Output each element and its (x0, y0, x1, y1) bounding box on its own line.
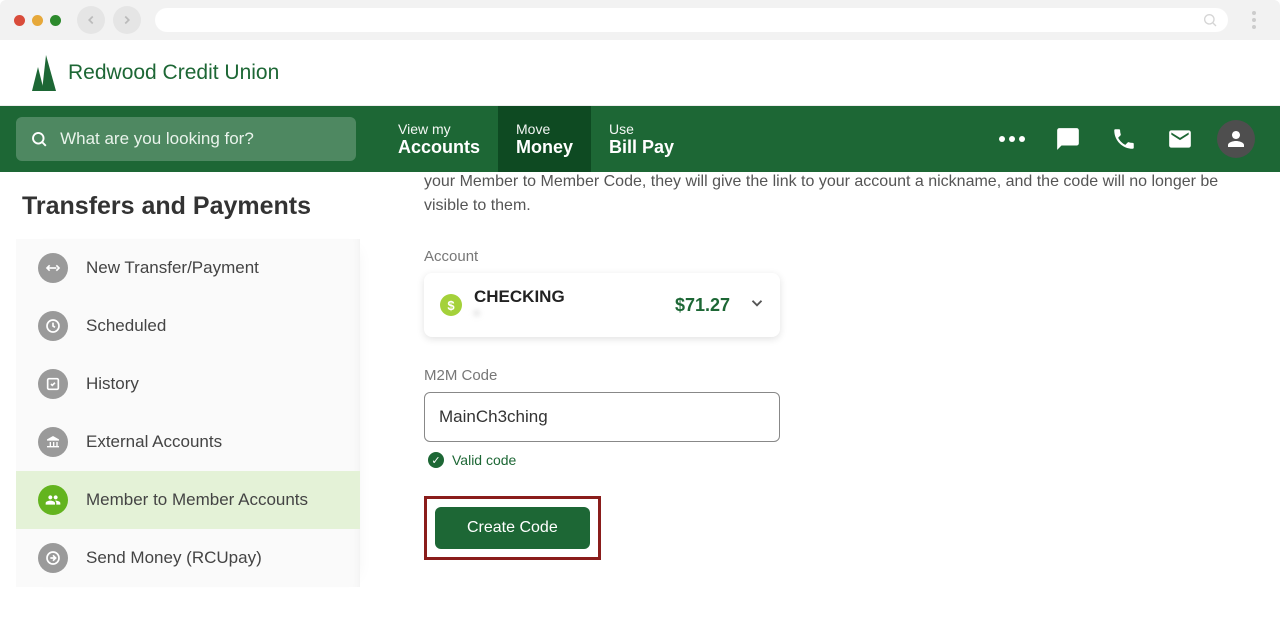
fullscreen-window-icon[interactable] (50, 15, 61, 26)
search-icon (1202, 12, 1218, 28)
sidebar-item-scheduled[interactable]: Scheduled (16, 297, 360, 355)
mail-button[interactable] (1152, 106, 1208, 172)
account-name: CHECKING (474, 287, 663, 307)
profile-button[interactable] (1208, 106, 1264, 172)
bank-icon (38, 427, 68, 457)
back-button[interactable] (77, 6, 105, 34)
more-icon (999, 136, 1025, 142)
call-button[interactable] (1096, 106, 1152, 172)
sidebar-item-history[interactable]: History (16, 355, 360, 413)
sidebar-item-rcupay[interactable]: Send Money (RCUpay) (16, 529, 360, 587)
create-code-highlight: Create Code (424, 496, 601, 560)
check-icon: ✓ (428, 452, 444, 468)
phone-icon (1111, 126, 1137, 152)
search-input[interactable] (60, 129, 342, 149)
mail-icon (1167, 126, 1193, 152)
sidebar-item-external[interactable]: External Accounts (16, 413, 360, 471)
create-code-button[interactable]: Create Code (435, 507, 590, 549)
browser-menu-icon[interactable] (1242, 11, 1266, 29)
nav-bill-pay[interactable]: Use Bill Pay (591, 106, 692, 172)
brand-header: Redwood Credit Union (0, 40, 1280, 106)
chat-icon (1055, 126, 1081, 152)
intro-text: your Member to Member Code, they will gi… (424, 172, 1256, 218)
window-controls (14, 15, 61, 26)
sidebar-item-label: External Accounts (86, 432, 222, 452)
site-search[interactable] (16, 117, 356, 161)
sidebar: Transfers and Payments New Transfer/Paym… (0, 172, 360, 620)
nav-bill-bottom: Bill Pay (609, 137, 674, 158)
nav-move-money[interactable]: Move Money (498, 106, 591, 172)
valid-code-indicator: ✓ Valid code (428, 452, 1256, 468)
main-content: your Member to Member Code, they will gi… (360, 172, 1280, 620)
nav-accounts[interactable]: View my Accounts (380, 106, 498, 172)
account-selector[interactable]: $ CHECKING * $71.27 (424, 273, 780, 337)
brand-name: Redwood Credit Union (68, 61, 279, 85)
sidebar-item-label: Member to Member Accounts (86, 490, 308, 510)
browser-chrome (0, 0, 1280, 40)
close-window-icon[interactable] (14, 15, 25, 26)
nav-accounts-bottom: Accounts (398, 137, 480, 158)
nav-move-bottom: Money (516, 137, 573, 158)
m2m-code-input[interactable] (424, 392, 780, 442)
avatar-icon (1217, 120, 1255, 158)
sidebar-item-label: Scheduled (86, 316, 166, 336)
sidebar-heading: Transfers and Payments (0, 186, 360, 239)
account-label: Account (424, 248, 1256, 265)
search-icon (30, 129, 48, 149)
sidebar-item-label: Send Money (RCUpay) (86, 548, 262, 568)
address-bar[interactable] (155, 8, 1228, 32)
sidebar-item-label: History (86, 374, 139, 394)
forward-button[interactable] (113, 6, 141, 34)
send-money-icon (38, 543, 68, 573)
sidebar-item-label: New Transfer/Payment (86, 258, 259, 278)
clock-icon (38, 311, 68, 341)
m2m-code-label: M2M Code (424, 367, 1256, 384)
nav-move-top: Move (516, 121, 573, 137)
transfer-icon (38, 253, 68, 283)
chevron-down-icon (748, 294, 766, 317)
nav-bill-top: Use (609, 121, 674, 137)
history-icon (38, 369, 68, 399)
minimize-window-icon[interactable] (32, 15, 43, 26)
sidebar-item-member-to-member[interactable]: Member to Member Accounts (16, 471, 360, 529)
dollar-icon: $ (440, 294, 462, 316)
account-balance: $71.27 (675, 295, 730, 316)
logo-mark-icon (30, 53, 58, 93)
members-icon (38, 485, 68, 515)
more-menu[interactable] (984, 106, 1040, 172)
brand-logo[interactable]: Redwood Credit Union (30, 53, 279, 93)
messages-button[interactable] (1040, 106, 1096, 172)
primary-nav: View my Accounts Move Money Use Bill Pay (0, 106, 1280, 172)
account-number-masked: * (474, 307, 663, 323)
sidebar-item-new-transfer[interactable]: New Transfer/Payment (16, 239, 360, 297)
nav-accounts-top: View my (398, 121, 480, 137)
valid-code-text: Valid code (452, 452, 516, 468)
